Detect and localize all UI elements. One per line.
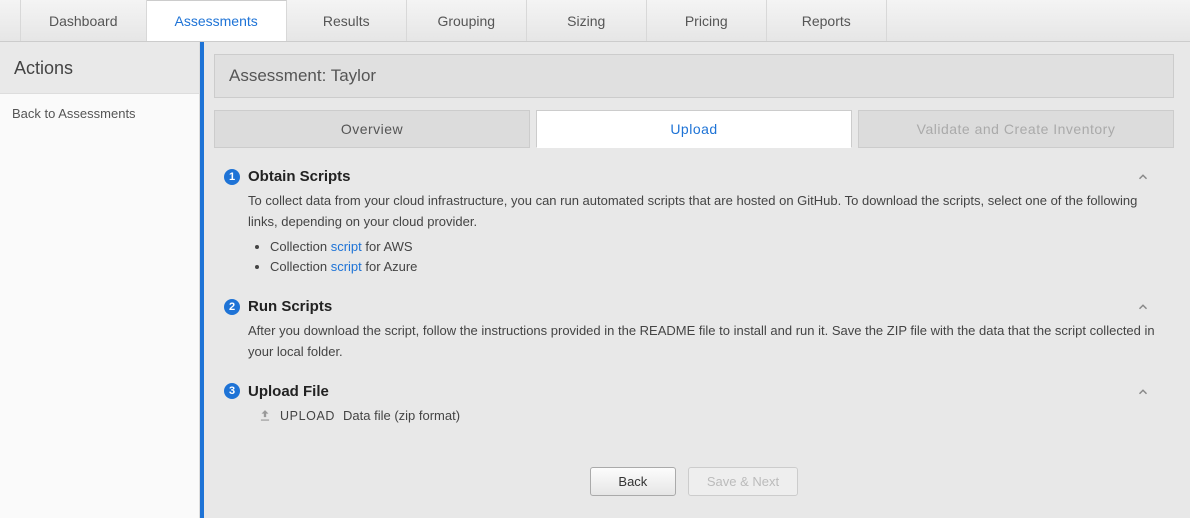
azure-script-item: Collection script for Azure <box>270 257 1168 278</box>
step-number-badge: 1 <box>224 169 240 185</box>
sidebar-title: Actions <box>0 42 199 94</box>
nav-reports[interactable]: Reports <box>767 0 887 41</box>
upload-button[interactable]: UPLOAD <box>280 406 335 426</box>
step-description: To collect data from your cloud infrastr… <box>248 191 1168 233</box>
tab-upload[interactable]: Upload <box>536 110 852 148</box>
step-upload-file: 3 Upload File UPLOAD Data file (zip form… <box>214 377 1174 441</box>
step-description: After you download the script, follow th… <box>248 321 1168 363</box>
upload-hint: Data file (zip format) <box>343 406 460 427</box>
nav-sizing[interactable]: Sizing <box>527 0 647 41</box>
tabs: Overview Upload Validate and Create Inve… <box>214 110 1174 148</box>
nav-results[interactable]: Results <box>287 0 407 41</box>
step-title: Run Scripts <box>248 298 332 315</box>
nav-grouping[interactable]: Grouping <box>407 0 527 41</box>
back-to-assessments-link[interactable]: Back to Assessments <box>0 94 199 133</box>
nav-dashboard[interactable]: Dashboard <box>20 0 147 41</box>
footer-buttons: Back Save & Next <box>214 441 1174 510</box>
back-button[interactable]: Back <box>590 467 676 496</box>
aws-script-item: Collection script for AWS <box>270 237 1168 258</box>
chevron-up-icon[interactable] <box>1136 385 1150 399</box>
azure-script-link[interactable]: script <box>331 259 362 274</box>
step-title: Obtain Scripts <box>248 168 351 185</box>
save-next-button: Save & Next <box>688 467 798 496</box>
tab-overview[interactable]: Overview <box>214 110 530 148</box>
top-navigation: Dashboard Assessments Results Grouping S… <box>0 0 1190 42</box>
nav-assessments[interactable]: Assessments <box>147 0 287 41</box>
nav-pricing[interactable]: Pricing <box>647 0 767 41</box>
chevron-up-icon[interactable] <box>1136 300 1150 314</box>
step-obtain-scripts: 1 Obtain Scripts To collect data from yo… <box>214 162 1174 292</box>
sidebar: Actions Back to Assessments <box>0 42 200 518</box>
step-title: Upload File <box>248 383 329 400</box>
page-title: Assessment: Taylor <box>214 54 1174 98</box>
chevron-up-icon[interactable] <box>1136 170 1150 184</box>
tab-validate: Validate and Create Inventory <box>858 110 1174 148</box>
step-number-badge: 2 <box>224 299 240 315</box>
aws-script-link[interactable]: script <box>331 239 362 254</box>
step-run-scripts: 2 Run Scripts After you download the scr… <box>214 292 1174 377</box>
step-number-badge: 3 <box>224 383 240 399</box>
upload-icon <box>258 409 272 423</box>
